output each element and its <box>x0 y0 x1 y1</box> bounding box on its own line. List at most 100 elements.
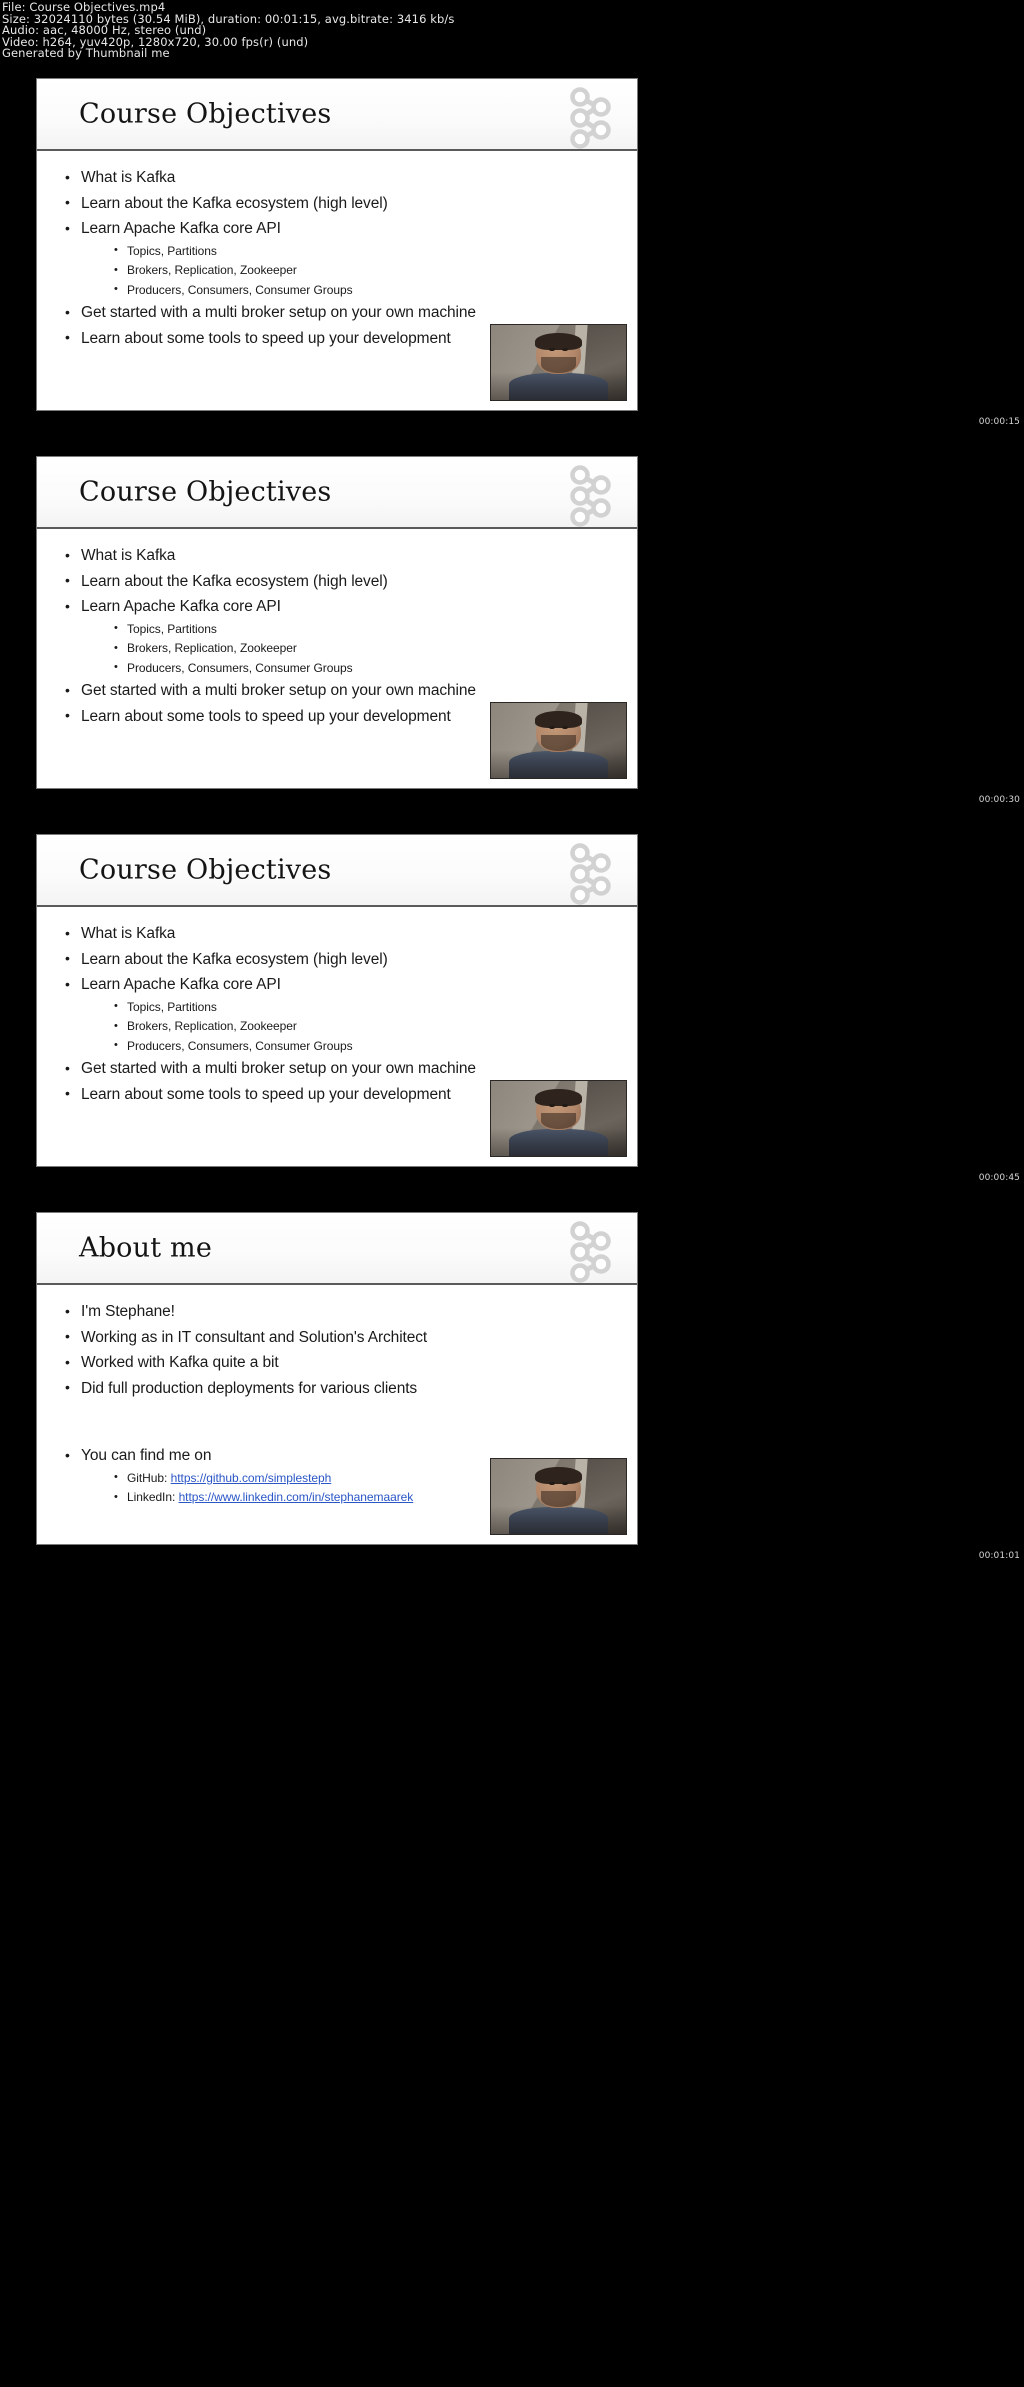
bullet-item: Learn about the Kafka ecosystem (high le… <box>59 190 617 217</box>
bullet-item: Learn about the Kafka ecosystem (high le… <box>59 568 617 595</box>
thumbnail-grid: Course Objectives • What is Kafka • Lear… <box>0 72 1024 1596</box>
slide-header: About me <box>37 1213 637 1285</box>
sub-bullet-list: Topics, Partitions Brokers, Replication,… <box>81 619 617 679</box>
webcam-overlay <box>490 702 627 779</box>
webcam-person-hair <box>534 332 583 350</box>
webcam-overlay <box>490 1080 627 1157</box>
thumbnail-timestamp: 00:00:15 <box>978 417 1020 427</box>
thumbnail-cell: Course Objectives • What is Kafka • Lear… <box>0 450 1024 828</box>
webcam-vignette <box>491 1505 626 1534</box>
sub-bullet-item: Producers, Consumers, Consumer Groups <box>111 1036 617 1057</box>
bullet-item: Learn Apache Kafka core API Topics, Part… <box>59 594 617 678</box>
bullet-text: Learn about some tools to speed up your … <box>81 329 451 347</box>
bullet-item: Did full production deployments for vari… <box>59 1375 617 1402</box>
webcam-vignette <box>491 371 626 400</box>
sub-bullet-item: Topics, Partitions <box>111 241 617 262</box>
webcam-person-eye-left <box>549 347 556 351</box>
webcam-person-hair <box>534 1088 583 1106</box>
bullet-spacer <box>59 1401 617 1443</box>
slide-title: About me <box>79 1232 213 1264</box>
bullet-text: Get started with a multi broker setup on… <box>81 1060 476 1077</box>
sub-bullet-list: Topics, Partitions Brokers, Replication,… <box>81 241 617 301</box>
slide-header: Course Objectives <box>37 79 637 151</box>
bullet-text: Working as in IT consultant and Solution… <box>81 1328 428 1346</box>
webcam-person-eye-left <box>549 1481 556 1485</box>
bullet-item: Get started with a multi broker setup on… <box>59 1056 617 1082</box>
slide-thumbnail-3[interactable]: Course Objectives • What is Kafka • Lear… <box>36 834 638 1167</box>
bullet-item: Get started with a multi broker setup on… <box>59 300 617 326</box>
bullet-text: What is Kafka <box>81 169 176 186</box>
bullet-item: I'm Stephane! <box>59 1299 617 1325</box>
linkedin-link[interactable]: https://www.linkedin.com/in/stephanemaar… <box>179 1490 414 1504</box>
sub-bullet-item: Brokers, Replication, Zookeeper <box>111 261 617 281</box>
webcam-vignette <box>491 1127 626 1156</box>
bullet-text: What is Kafka <box>81 547 176 564</box>
bullet-text: Did full production deployments for vari… <box>81 1379 418 1397</box>
webcam-person-hair <box>534 710 583 728</box>
webcam-overlay <box>490 1458 627 1535</box>
bullet-item: Learn Apache Kafka core API Topics, Part… <box>59 972 617 1056</box>
bullet-text: Learn about the Kafka ecosystem (high le… <box>81 572 388 590</box>
kafka-logo-icon <box>557 463 619 529</box>
bullet-text: What is Kafka <box>81 925 176 942</box>
thumbnail-timestamp: 00:01:01 <box>978 1551 1020 1561</box>
slide-title: Course Objectives <box>79 854 332 886</box>
bullet-text: Learn Apache Kafka core API <box>81 220 281 237</box>
slide-thumbnail-1[interactable]: Course Objectives • What is Kafka • Lear… <box>36 78 638 411</box>
slide-thumbnail-4[interactable]: About me • I'm Stephane! • Working as in… <box>36 1212 638 1545</box>
thumbnail-cell: Course Objectives • What is Kafka • Lear… <box>0 828 1024 1206</box>
bullet-text: Learn about some tools to speed up your … <box>81 1085 451 1103</box>
bullet-item: Worked with Kafka quite a bit <box>59 1350 617 1376</box>
bullet-text: Learn about the Kafka ecosystem (high le… <box>81 194 388 212</box>
thumbnail-timestamp: 00:00:45 <box>978 1173 1020 1183</box>
webcam-vignette <box>491 749 626 778</box>
slide-title: Course Objectives <box>79 476 332 508</box>
bullet-text: Learn about the Kafka ecosystem (high le… <box>81 950 388 968</box>
bullet-text: Worked with Kafka quite a bit <box>81 1354 279 1371</box>
thumbnail-cell: About me • I'm Stephane! • Working as in… <box>0 1206 1024 1596</box>
bullet-item: Get started with a multi broker setup on… <box>59 678 617 704</box>
kafka-logo-icon <box>557 85 619 151</box>
contact-label: GitHub: <box>127 1470 168 1485</box>
bullet-text: Get started with a multi broker setup on… <box>81 304 476 321</box>
slide-thumbnail-2[interactable]: Course Objectives • What is Kafka • Lear… <box>36 456 638 789</box>
sub-bullet-item: Brokers, Replication, Zookeeper <box>111 1017 617 1037</box>
bullet-item: What is Kafka <box>59 165 617 191</box>
bullet-text: You can find me on <box>81 1447 212 1464</box>
bullet-text: I'm Stephane! <box>81 1303 175 1320</box>
bullet-item: Learn about the Kafka ecosystem (high le… <box>59 946 617 973</box>
webcam-person-eye-right <box>561 1103 568 1107</box>
thumbnail-cell: Course Objectives • What is Kafka • Lear… <box>0 72 1024 450</box>
bullet-item: What is Kafka <box>59 543 617 569</box>
bullet-text: Learn Apache Kafka core API <box>81 598 281 615</box>
slide-title: Course Objectives <box>79 98 332 130</box>
sub-bullet-item: Producers, Consumers, Consumer Groups <box>111 658 617 679</box>
bullet-text: Get started with a multi broker setup on… <box>81 682 476 699</box>
sub-bullet-item: Producers, Consumers, Consumer Groups <box>111 280 617 301</box>
webcam-person-eye-right <box>561 347 568 351</box>
kafka-logo-icon <box>557 1219 619 1285</box>
slide-header: Course Objectives <box>37 835 637 907</box>
bullet-text: Learn about some tools to speed up your … <box>81 707 451 725</box>
webcam-overlay <box>490 324 627 401</box>
webcam-person-hair <box>534 1466 583 1484</box>
bullet-item: What is Kafka <box>59 921 617 947</box>
kafka-logo-icon <box>557 841 619 907</box>
github-link[interactable]: https://github.com/simplesteph <box>171 1471 332 1485</box>
webcam-person-eye-left <box>549 725 556 729</box>
webcam-person-eye-right <box>561 725 568 729</box>
bullet-item: Learn Apache Kafka core API Topics, Part… <box>59 216 617 300</box>
webcam-person-eye-left <box>549 1103 556 1107</box>
sub-bullet-item: Brokers, Replication, Zookeeper <box>111 639 617 659</box>
slide-header: Course Objectives <box>37 457 637 529</box>
video-metadata-header: File: Course Objectives.mp4 Size: 320241… <box>2 1 702 61</box>
metadata-generator-line: Generated by Thumbnail me <box>2 46 170 61</box>
contact-label: LinkedIn: <box>127 1490 176 1504</box>
thumbnail-timestamp: 00:00:30 <box>978 795 1020 805</box>
bullet-item: Working as in IT consultant and Solution… <box>59 1324 617 1351</box>
sub-bullet-item: Topics, Partitions <box>111 619 617 640</box>
sub-bullet-item: Topics, Partitions <box>111 997 617 1018</box>
bullet-text: Learn Apache Kafka core API <box>81 976 281 993</box>
sub-bullet-list: Topics, Partitions Brokers, Replication,… <box>81 997 617 1057</box>
webcam-person-eye-right <box>561 1481 568 1485</box>
